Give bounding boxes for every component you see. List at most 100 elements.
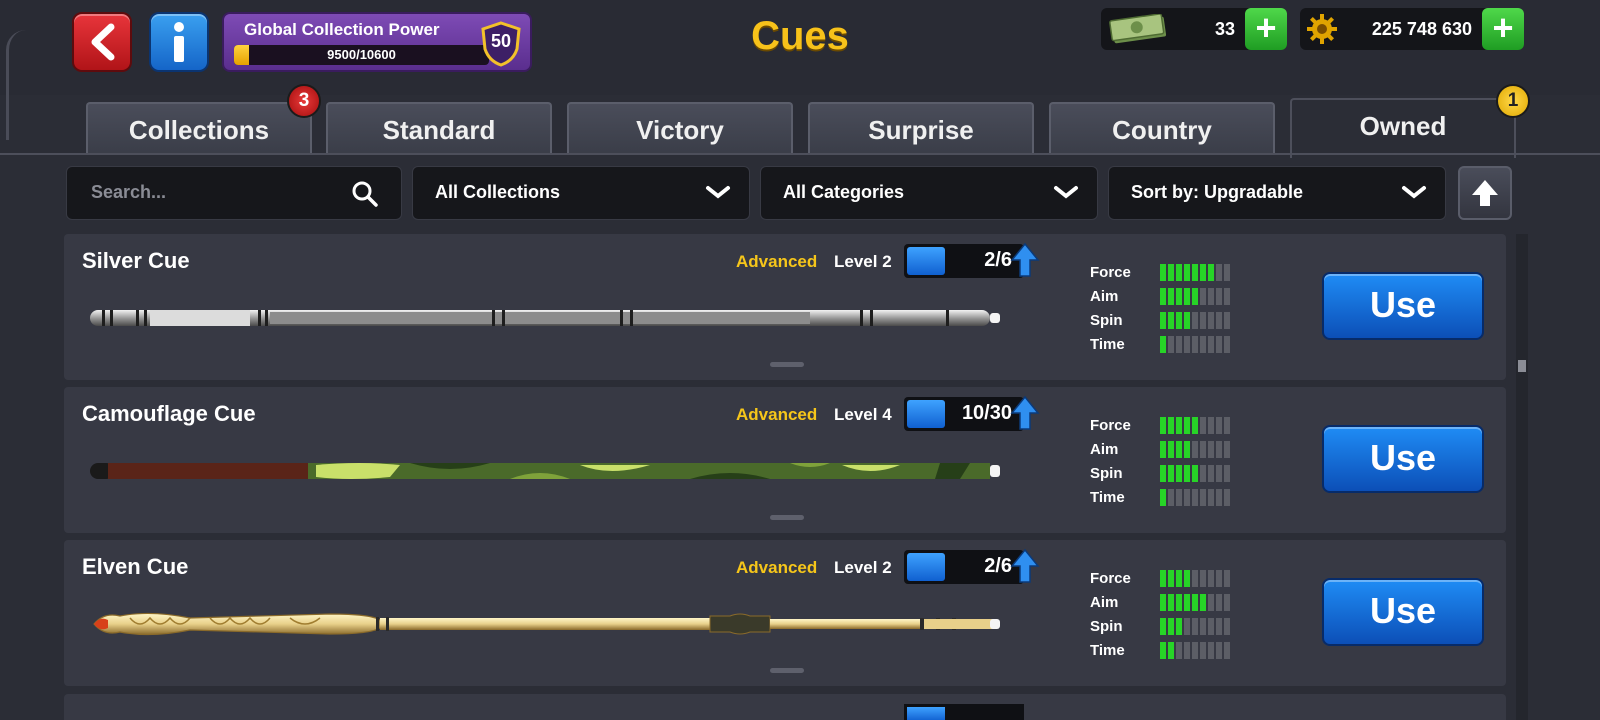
sort-dropdown-value: Sort by: Upgradable <box>1131 182 1304 202</box>
gcp-label: Global Collection Power <box>244 20 440 39</box>
stat-segment-empty <box>1208 312 1214 329</box>
stat-segment-empty <box>1208 441 1214 458</box>
tab-label: Collections <box>128 115 270 145</box>
stat-segment-empty <box>1216 417 1222 434</box>
page-title: Cues <box>751 14 849 58</box>
stat-segment-filled <box>1184 417 1190 434</box>
tab-label: Standard <box>382 115 496 145</box>
stat-label-spin: Spin <box>1090 465 1123 482</box>
collection-dropdown-value: All Collections <box>435 182 561 202</box>
stat-segment-empty <box>1216 336 1222 353</box>
add-cash-button[interactable]: + <box>1245 8 1287 50</box>
stat-segment-empty <box>1208 336 1214 353</box>
add-coins-button[interactable]: + <box>1482 8 1524 50</box>
tab-victory[interactable]: Victory <box>567 102 793 155</box>
stat-segment-filled <box>1176 312 1182 329</box>
scrollbar[interactable] <box>1516 234 1528 720</box>
tab-surprise[interactable]: Surprise <box>808 102 1034 155</box>
stat-segment-empty <box>1192 312 1198 329</box>
category-tabs: Collections Standard Victory Surprise Co… <box>0 95 1600 158</box>
stat-segment-filled <box>1168 570 1174 587</box>
card-expand-handle[interactable] <box>770 515 804 520</box>
back-button[interactable] <box>72 12 132 72</box>
stat-segment-filled <box>1176 465 1182 482</box>
stat-segment-empty <box>1192 618 1198 635</box>
cue-upgrade-progress: 2/6 <box>904 550 1024 584</box>
stat-segment-filled <box>1168 618 1174 635</box>
level-up-arrow-icon[interactable] <box>1010 242 1040 278</box>
card-expand-handle[interactable] <box>770 362 804 367</box>
use-button[interactable]: Use <box>1322 272 1484 340</box>
aim-bar <box>1160 441 1230 458</box>
stat-segment-empty <box>1168 489 1174 506</box>
stat-segment-empty <box>1224 642 1230 659</box>
cue-name: Elven Cue <box>82 554 189 579</box>
stat-label-force: Force <box>1090 417 1131 434</box>
camouflage-cue-image <box>90 463 1000 479</box>
collection-dropdown[interactable]: All Collections <box>412 166 750 220</box>
stat-segment-empty <box>1224 288 1230 305</box>
info-button[interactable] <box>149 12 209 72</box>
chevron-down-icon <box>1054 186 1078 199</box>
search-box[interactable]: Search... <box>66 166 402 220</box>
stat-segment-filled <box>1168 417 1174 434</box>
stat-segment-filled <box>1192 465 1198 482</box>
stat-segment-filled <box>1168 264 1174 281</box>
stat-segment-empty <box>1224 594 1230 611</box>
stat-segment-filled <box>1208 264 1214 281</box>
stat-label-time: Time <box>1090 489 1125 506</box>
stat-segment-empty <box>1208 594 1214 611</box>
cue-level: Level 4 <box>834 405 892 424</box>
stat-label-aim: Aim <box>1090 288 1119 305</box>
cash-icon <box>1109 14 1167 44</box>
stat-segment-empty <box>1224 417 1230 434</box>
cue-progress-text: 2/6 <box>984 555 1012 577</box>
tab-collections[interactable]: Collections <box>86 102 312 155</box>
scrollbar-thumb[interactable] <box>1518 360 1526 372</box>
global-collection-power[interactable]: Global Collection Power 9500/10600 50 <box>222 12 532 72</box>
stat-segment-empty <box>1224 465 1230 482</box>
stat-segment-empty <box>1176 642 1182 659</box>
stat-segment-empty <box>1200 489 1206 506</box>
stat-segment-empty <box>1184 336 1190 353</box>
stat-segment-empty <box>1200 417 1206 434</box>
cue-upgrade-progress: 2/6 <box>904 244 1024 278</box>
card-expand-handle[interactable] <box>770 668 804 673</box>
stat-segment-empty <box>1200 642 1206 659</box>
search-input[interactable]: Search... <box>91 182 166 203</box>
stat-segment-filled <box>1160 441 1166 458</box>
sort-direction-button[interactable] <box>1458 166 1512 220</box>
sort-dropdown[interactable]: Sort by: Upgradable <box>1108 166 1446 220</box>
cue-progress-fill <box>907 400 945 428</box>
use-button[interactable]: Use <box>1322 425 1484 493</box>
tab-standard[interactable]: Standard <box>326 102 552 155</box>
tab-country[interactable]: Country <box>1049 102 1275 155</box>
stat-segment-filled <box>1192 594 1198 611</box>
stat-segment-empty <box>1184 489 1190 506</box>
stat-segment-empty <box>1184 618 1190 635</box>
stat-segment-empty <box>1216 642 1222 659</box>
stat-segment-empty <box>1216 489 1222 506</box>
tab-label: Victory <box>636 115 724 145</box>
category-dropdown[interactable]: All Categories <box>760 166 1098 220</box>
coins-value: 225 748 630 <box>1371 19 1472 39</box>
stat-segment-filled <box>1160 417 1166 434</box>
stat-segment-empty <box>1224 618 1230 635</box>
stat-segment-empty <box>1208 618 1214 635</box>
level-up-arrow-icon[interactable] <box>1010 548 1040 584</box>
stat-segment-filled <box>1184 288 1190 305</box>
stat-segment-empty <box>1200 288 1206 305</box>
stat-segment-filled <box>1176 264 1182 281</box>
stat-segment-empty <box>1224 336 1230 353</box>
stat-segment-filled <box>1168 594 1174 611</box>
cue-level: Level 2 <box>834 252 892 271</box>
tab-owned[interactable]: Owned <box>1290 98 1516 158</box>
level-up-arrow-icon[interactable] <box>1010 395 1040 431</box>
cue-progress-fill <box>907 707 945 720</box>
cue-card: Silver Cue Advanced Level 2 2/6 Force Ai… <box>64 234 1506 380</box>
stat-segment-empty <box>1192 441 1198 458</box>
use-button[interactable]: Use <box>1322 578 1484 646</box>
cue-card: Camouflage Cue Advanced Level 4 10/30 Fo… <box>64 387 1506 533</box>
stat-segment-filled <box>1160 288 1166 305</box>
stat-segment-empty <box>1224 312 1230 329</box>
